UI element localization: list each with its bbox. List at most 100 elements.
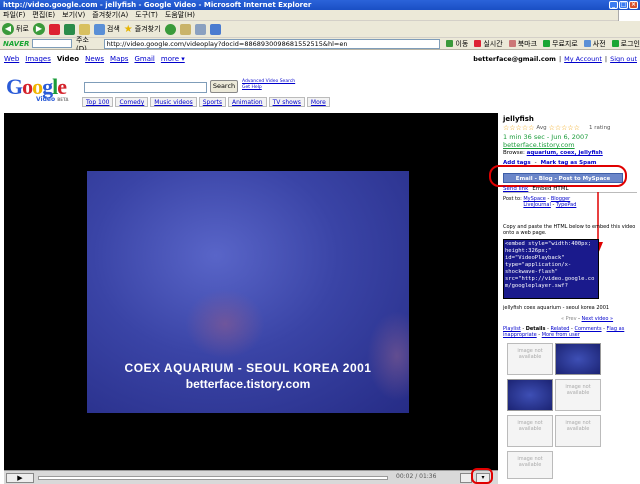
my-account-link[interactable]: My Account: [564, 55, 602, 63]
google-video-logo[interactable]: Google: [6, 76, 67, 98]
browse-tags: Browse: aquarium, coex, jellyfish: [503, 150, 603, 156]
sign-out-link[interactable]: Sign out: [610, 55, 637, 63]
play-button[interactable]: ▶: [6, 473, 34, 483]
thumbnail-unavailable[interactable]: image not available: [555, 415, 601, 447]
maximize-button[interactable]: □: [619, 1, 628, 9]
thumbnail-unavailable[interactable]: image not available: [555, 379, 601, 411]
back-arrow-icon: ◀: [2, 23, 14, 35]
window-controls: _ □ ×: [609, 1, 638, 9]
uploader-link[interactable]: betterface.tistory.com: [503, 141, 575, 149]
history-button[interactable]: [164, 23, 176, 35]
bookmark-button[interactable]: 북마크: [508, 39, 537, 49]
nav-images[interactable]: Images: [25, 55, 51, 63]
window-titlebar: http://video.google.com - jellyfish - Go…: [0, 0, 640, 10]
account-links: betterface@gmail.com | My Account | Sign o…: [473, 55, 637, 63]
more-from-user-link[interactable]: More from user: [542, 332, 580, 338]
naver-logo: NAVER: [3, 39, 30, 48]
star-icon: ★: [123, 23, 133, 35]
nav-maps[interactable]: Maps: [110, 55, 128, 63]
menu-favorites[interactable]: 즐겨찾기(A): [92, 10, 128, 20]
category-comedy[interactable]: Comedy: [115, 97, 149, 107]
tab-send-link[interactable]: Send link: [503, 186, 528, 192]
next-video-link[interactable]: Next video »: [582, 316, 614, 322]
category-tv[interactable]: TV shows: [268, 97, 305, 107]
video-caption-line1: COEX AQUARIUM - SEOUL KOREA 2001: [124, 361, 372, 375]
share-tabs: Send link Embed HTML: [503, 186, 637, 193]
seek-bar[interactable]: [38, 476, 388, 480]
category-sports[interactable]: Sports: [198, 97, 226, 107]
video-duration: 1 min 36 sec - Jun 6, 2007: [503, 133, 589, 141]
nav-news[interactable]: News: [85, 55, 104, 63]
dictionary-button[interactable]: 사전: [583, 39, 606, 49]
free-button[interactable]: 무료지로: [543, 39, 578, 49]
logo-subtitle: Video BETA: [36, 96, 69, 103]
windows-logo-icon: [618, 10, 640, 21]
annotation-circle-size: [471, 468, 493, 484]
tag-links[interactable]: aquarium, coex, jellyfish: [527, 150, 603, 156]
time-display: 00:02 / 01:36: [396, 473, 437, 480]
bookmark-icon: [508, 40, 516, 47]
thumbnail-unavailable[interactable]: image not available: [507, 343, 553, 375]
advanced-search-link[interactable]: Advanced Video Search: [242, 79, 295, 85]
search-icon: [93, 23, 105, 35]
embed-code-textarea[interactable]: <embed style="width:400px; height:326px;…: [503, 239, 599, 299]
home-button[interactable]: [78, 23, 90, 35]
post-livejournal-link[interactable]: LiveJournal: [523, 202, 551, 208]
get-help-link[interactable]: Get Help: [242, 85, 295, 91]
thumbnail-unavailable[interactable]: image not available: [507, 451, 553, 479]
nav-more[interactable]: more ▾: [161, 55, 185, 63]
category-music[interactable]: Music videos: [150, 97, 197, 107]
search-submit-button[interactable]: Search: [210, 80, 238, 93]
mail-button[interactable]: [179, 23, 191, 35]
rating-stars[interactable]: ☆☆☆☆☆ Avg ☆☆☆☆☆: [503, 124, 580, 132]
category-more[interactable]: More: [306, 97, 330, 107]
back-button[interactable]: ◀ 뒤로: [2, 23, 29, 35]
address-bar: NAVER 주소(D) http://video.google.com/vide…: [0, 36, 640, 53]
search-options: Advanced Video Search Get Help: [242, 79, 295, 90]
go-arrow-icon: [446, 40, 454, 47]
category-top100[interactable]: Top 100: [82, 97, 114, 107]
search-button[interactable]: 검색: [93, 23, 120, 35]
thumbnail-unavailable[interactable]: image not available: [507, 415, 553, 447]
forward-button[interactable]: ▶: [32, 23, 45, 35]
video-caption-line2: betterface.tistory.com: [185, 377, 311, 391]
video-frame[interactable]: COEX AQUARIUM - SEOUL KOREA 2001 betterf…: [87, 171, 409, 413]
naver-search-input[interactable]: [32, 39, 73, 48]
realtime-button[interactable]: 실시간: [474, 39, 503, 49]
video-description: jellyfish coex aquarium - seoul korea 20…: [503, 305, 610, 311]
nav-web[interactable]: Web: [4, 55, 19, 63]
close-button[interactable]: ×: [629, 1, 638, 9]
category-tabs: Top 100 Comedy Music videos Sports Anima…: [82, 97, 330, 107]
video-player[interactable]: COEX AQUARIUM - SEOUL KOREA 2001 betterf…: [4, 113, 498, 484]
embed-instructions: Copy and paste the HTML below to embed t…: [503, 224, 636, 236]
print-button[interactable]: [194, 23, 206, 35]
rating-count: 1 rating: [589, 125, 611, 131]
login-button[interactable]: 로그인: [611, 39, 640, 49]
nav-gmail[interactable]: Gmail: [134, 55, 154, 63]
nav-video: Video: [56, 55, 80, 63]
stop-button[interactable]: [48, 23, 60, 35]
address-input[interactable]: http://video.google.com/videoplay?docid=…: [103, 38, 441, 49]
thumbnail-video[interactable]: [507, 379, 553, 411]
minimize-button[interactable]: _: [609, 1, 618, 9]
menu-edit[interactable]: 편집(E): [32, 10, 55, 20]
menu-view[interactable]: 보기(V): [62, 10, 85, 20]
prev-video-link: « Prev: [561, 316, 577, 322]
tab-embed-html[interactable]: Embed HTML: [532, 186, 568, 192]
star-icon: ☆☆☆☆☆: [503, 124, 535, 132]
thumbnail-video[interactable]: [555, 343, 601, 375]
go-button[interactable]: 이동: [446, 39, 468, 49]
menu-tools[interactable]: 도구(T): [135, 10, 158, 20]
web-page: Web Images Video News Maps Gmail more ▾ …: [0, 50, 640, 484]
detail-nav: Playlist - Details - Related - Comments …: [503, 326, 625, 338]
refresh-button[interactable]: [63, 23, 75, 35]
menu-help[interactable]: 도움말(H): [165, 10, 195, 20]
edit-button[interactable]: [209, 23, 221, 35]
category-animation[interactable]: Animation: [227, 97, 267, 107]
post-typepad-link[interactable]: TypePad: [556, 202, 577, 208]
video-details-panel: jellyfish ☆☆☆☆☆ Avg ☆☆☆☆☆ 1 rating 1 min 3…: [489, 113, 640, 484]
favorites-button[interactable]: ★ 즐겨찾기: [124, 24, 161, 35]
menu-file[interactable]: 파일(F): [3, 10, 25, 20]
video-search-input[interactable]: [84, 82, 207, 93]
player-controls: ▶ 00:02 / 01:36 ▾: [4, 470, 498, 484]
